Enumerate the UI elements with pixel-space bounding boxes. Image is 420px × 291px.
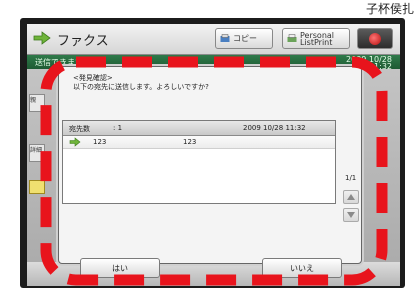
chevron-down-icon [347,212,355,218]
dialog-message: 以下の宛先に送信します。よろしいですか? [73,83,209,91]
printer-icon [287,34,297,42]
side-tab-1[interactable]: 親 [29,94,45,112]
header-bar: ファクス コピー Personal ListPrint [27,24,400,55]
chevron-up-icon [347,194,355,200]
yes-button[interactable]: はい [80,258,160,278]
side-tab-detail[interactable]: 詳細 [29,144,45,162]
count-value: : 1 [113,124,123,132]
list-item-value: 123 [183,138,197,146]
personal-listprint-button[interactable]: Personal ListPrint [282,28,350,49]
stop-button[interactable] [357,28,393,49]
list-item[interactable]: 123 123 [63,136,335,149]
side-yellow-button[interactable] [29,180,45,194]
copy-button[interactable]: コピー [215,28,273,49]
copy-icon [220,34,230,42]
page-title: ファクス [57,34,109,49]
listprint-label: ListPrint [300,37,333,47]
count-label: 宛先数 [69,125,90,133]
page-caption: 子杯侯扎 [365,2,414,16]
fax-arrow-icon [69,137,81,147]
list-datetime: 2009 10/28 11:32 [243,124,306,132]
copy-label: コピー [233,34,257,43]
list-header: 宛先数 : 1 2009 10/28 11:32 [63,121,335,136]
no-button[interactable]: いいえ [262,258,342,278]
destination-list: 宛先数 : 1 2009 10/28 11:32 123 123 [62,120,336,204]
stop-icon [369,32,381,45]
page-indicator: 1/1 [345,174,357,182]
list-item-number: 123 [93,138,107,146]
status-time: 11:32 [368,62,392,71]
fax-arrow-icon [33,31,51,45]
scroll-up-button[interactable] [343,190,359,204]
scroll-down-button[interactable] [343,208,359,222]
